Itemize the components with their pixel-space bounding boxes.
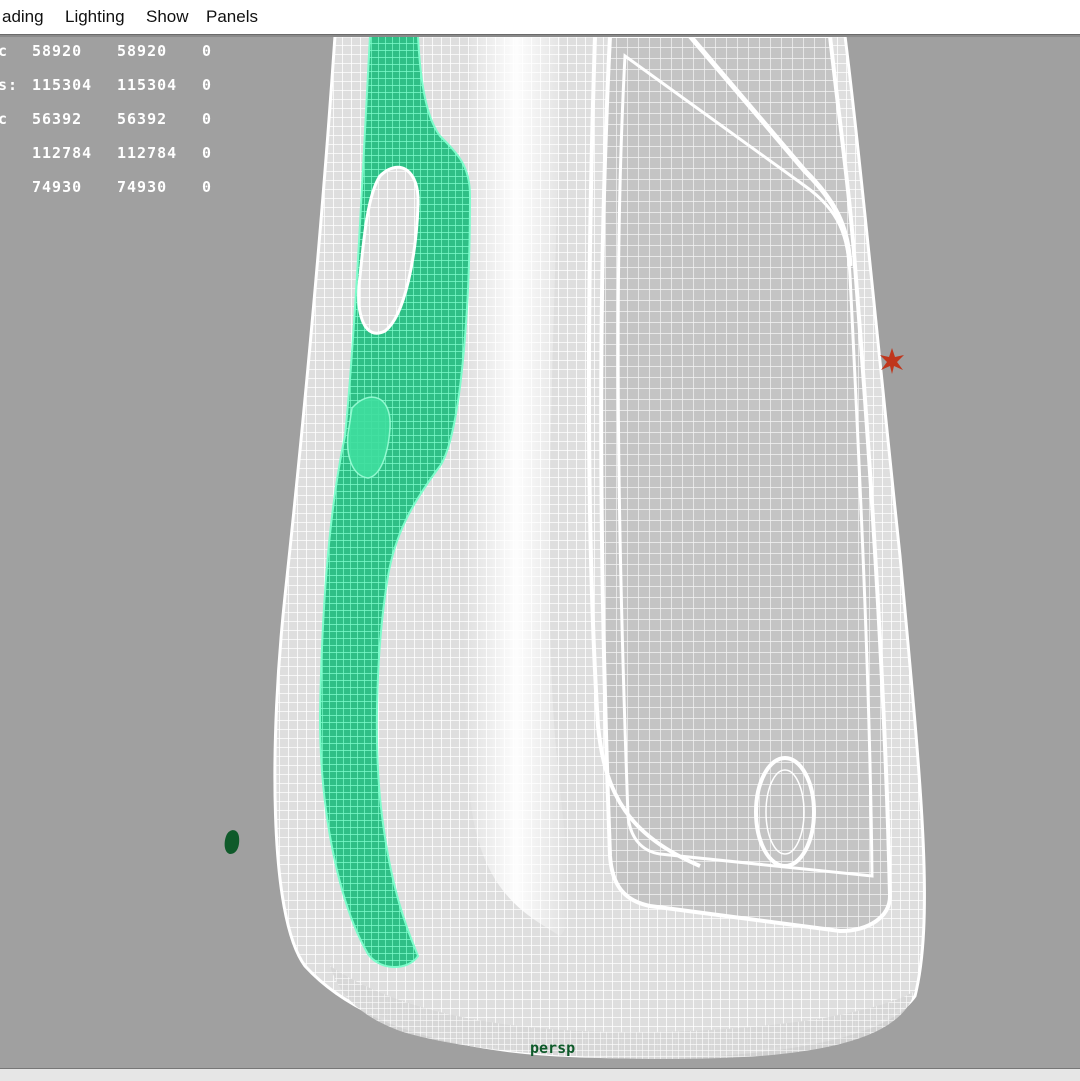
hud-value: 0 <box>202 144 213 162</box>
menu-panels[interactable]: Panels <box>206 7 258 27</box>
hud-value: 58920 <box>32 42 83 60</box>
hud-value: 74930 <box>117 178 168 196</box>
light-locator-icon[interactable] <box>880 348 904 374</box>
menu-shading[interactable]: ading <box>2 7 44 27</box>
camera-name-label: persp <box>530 1039 576 1057</box>
front-face-mesh[interactable] <box>599 36 893 934</box>
hud-value: 112784 <box>117 144 178 162</box>
pivot-icon[interactable] <box>224 830 240 854</box>
menu-lighting[interactable]: Lighting <box>65 7 125 27</box>
hud-value: 74930 <box>32 178 83 196</box>
hud-value: 0 <box>202 178 213 196</box>
menu-show[interactable]: Show <box>146 7 189 27</box>
menu-bar: ading Lighting Show Panels <box>0 0 1080 35</box>
hud-row-label: c <box>0 42 9 60</box>
perspective-viewport[interactable]: c 58920 58920 0 s: 115304 115304 0 c 563… <box>0 36 1080 1068</box>
hud-value: 115304 <box>32 76 93 94</box>
hud-value: 115304 <box>117 76 178 94</box>
hud-value: 56392 <box>117 110 168 128</box>
hud-value: 58920 <box>117 42 168 60</box>
viewport-bottom-border <box>0 1068 1080 1081</box>
hud-value: 56392 <box>32 110 83 128</box>
hud-value: 0 <box>202 76 213 94</box>
hud-value: 0 <box>202 42 213 60</box>
hud-row-label: c <box>0 110 9 128</box>
camera-lens-ring[interactable] <box>754 756 816 868</box>
hud-row-label: s: <box>0 76 19 94</box>
hud-value: 112784 <box>32 144 93 162</box>
hud-value: 0 <box>202 110 213 128</box>
